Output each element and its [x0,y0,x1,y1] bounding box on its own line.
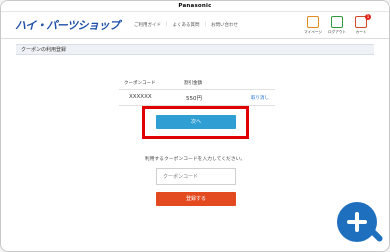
nav-link-faq[interactable]: よくある質問 [173,22,200,28]
column-header-code: クーポンコード [124,81,156,86]
coupon-code-input[interactable] [156,168,236,185]
nav-divider: | [204,22,207,27]
section-title: クーポンの利用登録 [16,44,374,55]
logout-icon [331,16,343,28]
header-nav: ご利用ガイド | よくある質問 | お問い合わせ [134,22,238,28]
nav-link-guide[interactable]: ご利用ガイド [134,22,161,28]
cart-label: カート [355,30,367,34]
site-logo[interactable]: ハイ・パーツショップ [15,17,120,33]
register-button[interactable]: 登録する [156,192,236,206]
header-icons: マイページ ログアウト 1 カート [304,14,371,36]
nav-link-contact[interactable]: お問い合わせ [211,22,238,28]
coupon-table-header: クーポンコード 割引金額 [119,81,275,86]
next-button[interactable]: 次へ [156,115,236,129]
brand-bar: Panasonic [1,1,389,12]
cart-count-badge: 1 [365,14,371,20]
brand-name: Panasonic [178,3,212,9]
mypage-button[interactable]: マイページ [304,16,322,36]
mypage-label: マイページ [304,30,322,34]
app-window: Panasonic ハイ・パーツショップ ご利用ガイド | よくある質問 | お… [0,0,390,252]
coupon-code-cell: XXXXXX [129,94,152,100]
site-header: ハイ・パーツショップ ご利用ガイド | よくある質問 | お問い合わせ マイペー… [1,12,389,39]
coupon-table-row: XXXXXX 550円 取り消し [119,89,275,106]
discount-amount-cell: 550円 [186,96,202,102]
cart-button[interactable]: 1 カート [352,14,371,36]
coupon-prompt: 利用するクーポンコードを入力してください。 [144,157,246,162]
logout-label: ログアウト [328,30,346,34]
zoom-in-icon[interactable] [337,202,377,242]
nav-divider: | [166,22,168,27]
cancel-link[interactable]: 取り消し [251,95,269,101]
column-header-amount: 割引金額 [184,81,202,86]
mypage-icon [307,16,319,28]
logout-button[interactable]: ログアウト [328,16,346,36]
